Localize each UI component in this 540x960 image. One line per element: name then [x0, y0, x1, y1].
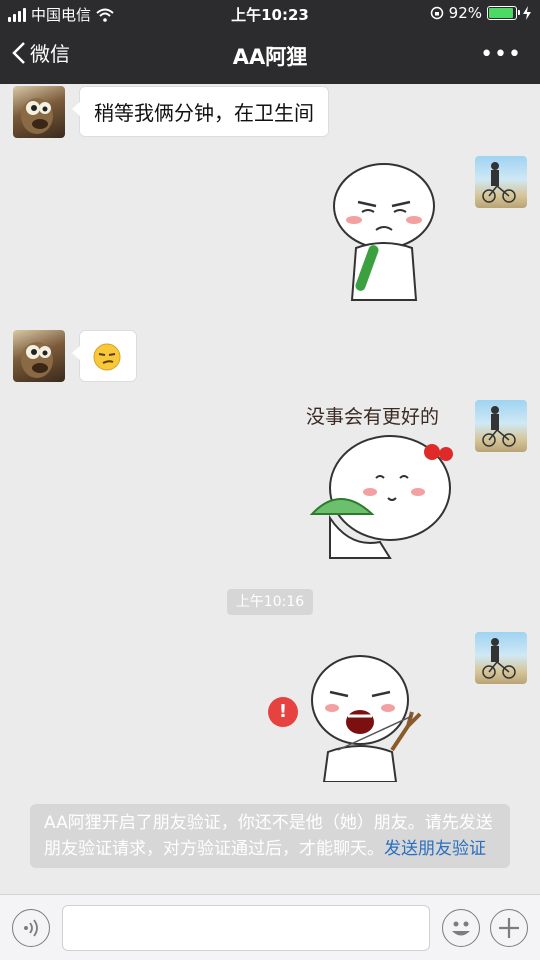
- cyclist-avatar-image: [482, 162, 516, 203]
- message-input[interactable]: [62, 905, 430, 951]
- battery-icon: [487, 6, 520, 20]
- emoji-bubble[interactable]: [72, 330, 137, 382]
- send-failed-icon[interactable]: !: [268, 697, 298, 727]
- emoji-button[interactable]: [442, 909, 480, 947]
- battery-fill: [489, 8, 513, 18]
- friend-verification-notice: AA阿狸开启了朋友验证，你还不是他（她）朋友。请先发送朋友验证请求，对方验证通过…: [30, 804, 510, 868]
- more-actions-button[interactable]: [490, 909, 528, 947]
- voice-icon: [24, 919, 38, 937]
- my-avatar[interactable]: [475, 632, 527, 684]
- my-avatar[interactable]: [475, 156, 527, 208]
- cyclist-avatar-image: [482, 406, 516, 447]
- send-verification-link[interactable]: 发送朋友验证: [384, 839, 486, 859]
- turtle-shell-sticker[interactable]: 没事会有更好的: [300, 400, 464, 560]
- chat-area[interactable]: 稍等我俩分钟，在卫生间 没事会有更好的 上午10:16 ! AA阿狸开启了朋友验…: [0, 84, 540, 894]
- contact-avatar[interactable]: [13, 330, 65, 382]
- sticker-caption: 没事会有更好的: [306, 406, 440, 428]
- battery-percent: 92%: [448, 4, 482, 22]
- smirk-emoji: [93, 343, 121, 371]
- rotation-lock-icon: [430, 6, 443, 20]
- slingshot-sticker[interactable]: [308, 652, 424, 786]
- smiley-icon: [452, 921, 470, 936]
- back-button[interactable]: 微信: [12, 38, 70, 67]
- plus-icon: [499, 918, 519, 938]
- cyclist-avatar-image: [482, 638, 516, 679]
- squirrel-avatar-image: [21, 98, 53, 134]
- contact-avatar[interactable]: [13, 86, 65, 138]
- voice-button[interactable]: [12, 909, 50, 947]
- my-avatar[interactable]: [475, 400, 527, 452]
- input-bar: [0, 894, 540, 960]
- time-separator: 上午10:16: [227, 589, 313, 615]
- sad-cucumber-sticker[interactable]: [328, 162, 440, 306]
- more-button[interactable]: •••: [480, 42, 522, 67]
- chevron-left-icon: [12, 41, 25, 64]
- chat-title: AA阿狸: [232, 45, 308, 69]
- back-label: 微信: [30, 42, 70, 66]
- message-bubble[interactable]: 稍等我俩分钟，在卫生间: [72, 86, 329, 137]
- squirrel-avatar-image: [21, 342, 53, 378]
- status-right: 92%: [430, 4, 532, 22]
- nav-bar: 微信 AA阿狸 •••: [0, 28, 540, 84]
- charging-icon: [523, 6, 531, 20]
- message-text: 稍等我俩分钟，在卫生间: [94, 101, 314, 125]
- status-bar: 中国电信 上午10:23 92%: [0, 0, 540, 28]
